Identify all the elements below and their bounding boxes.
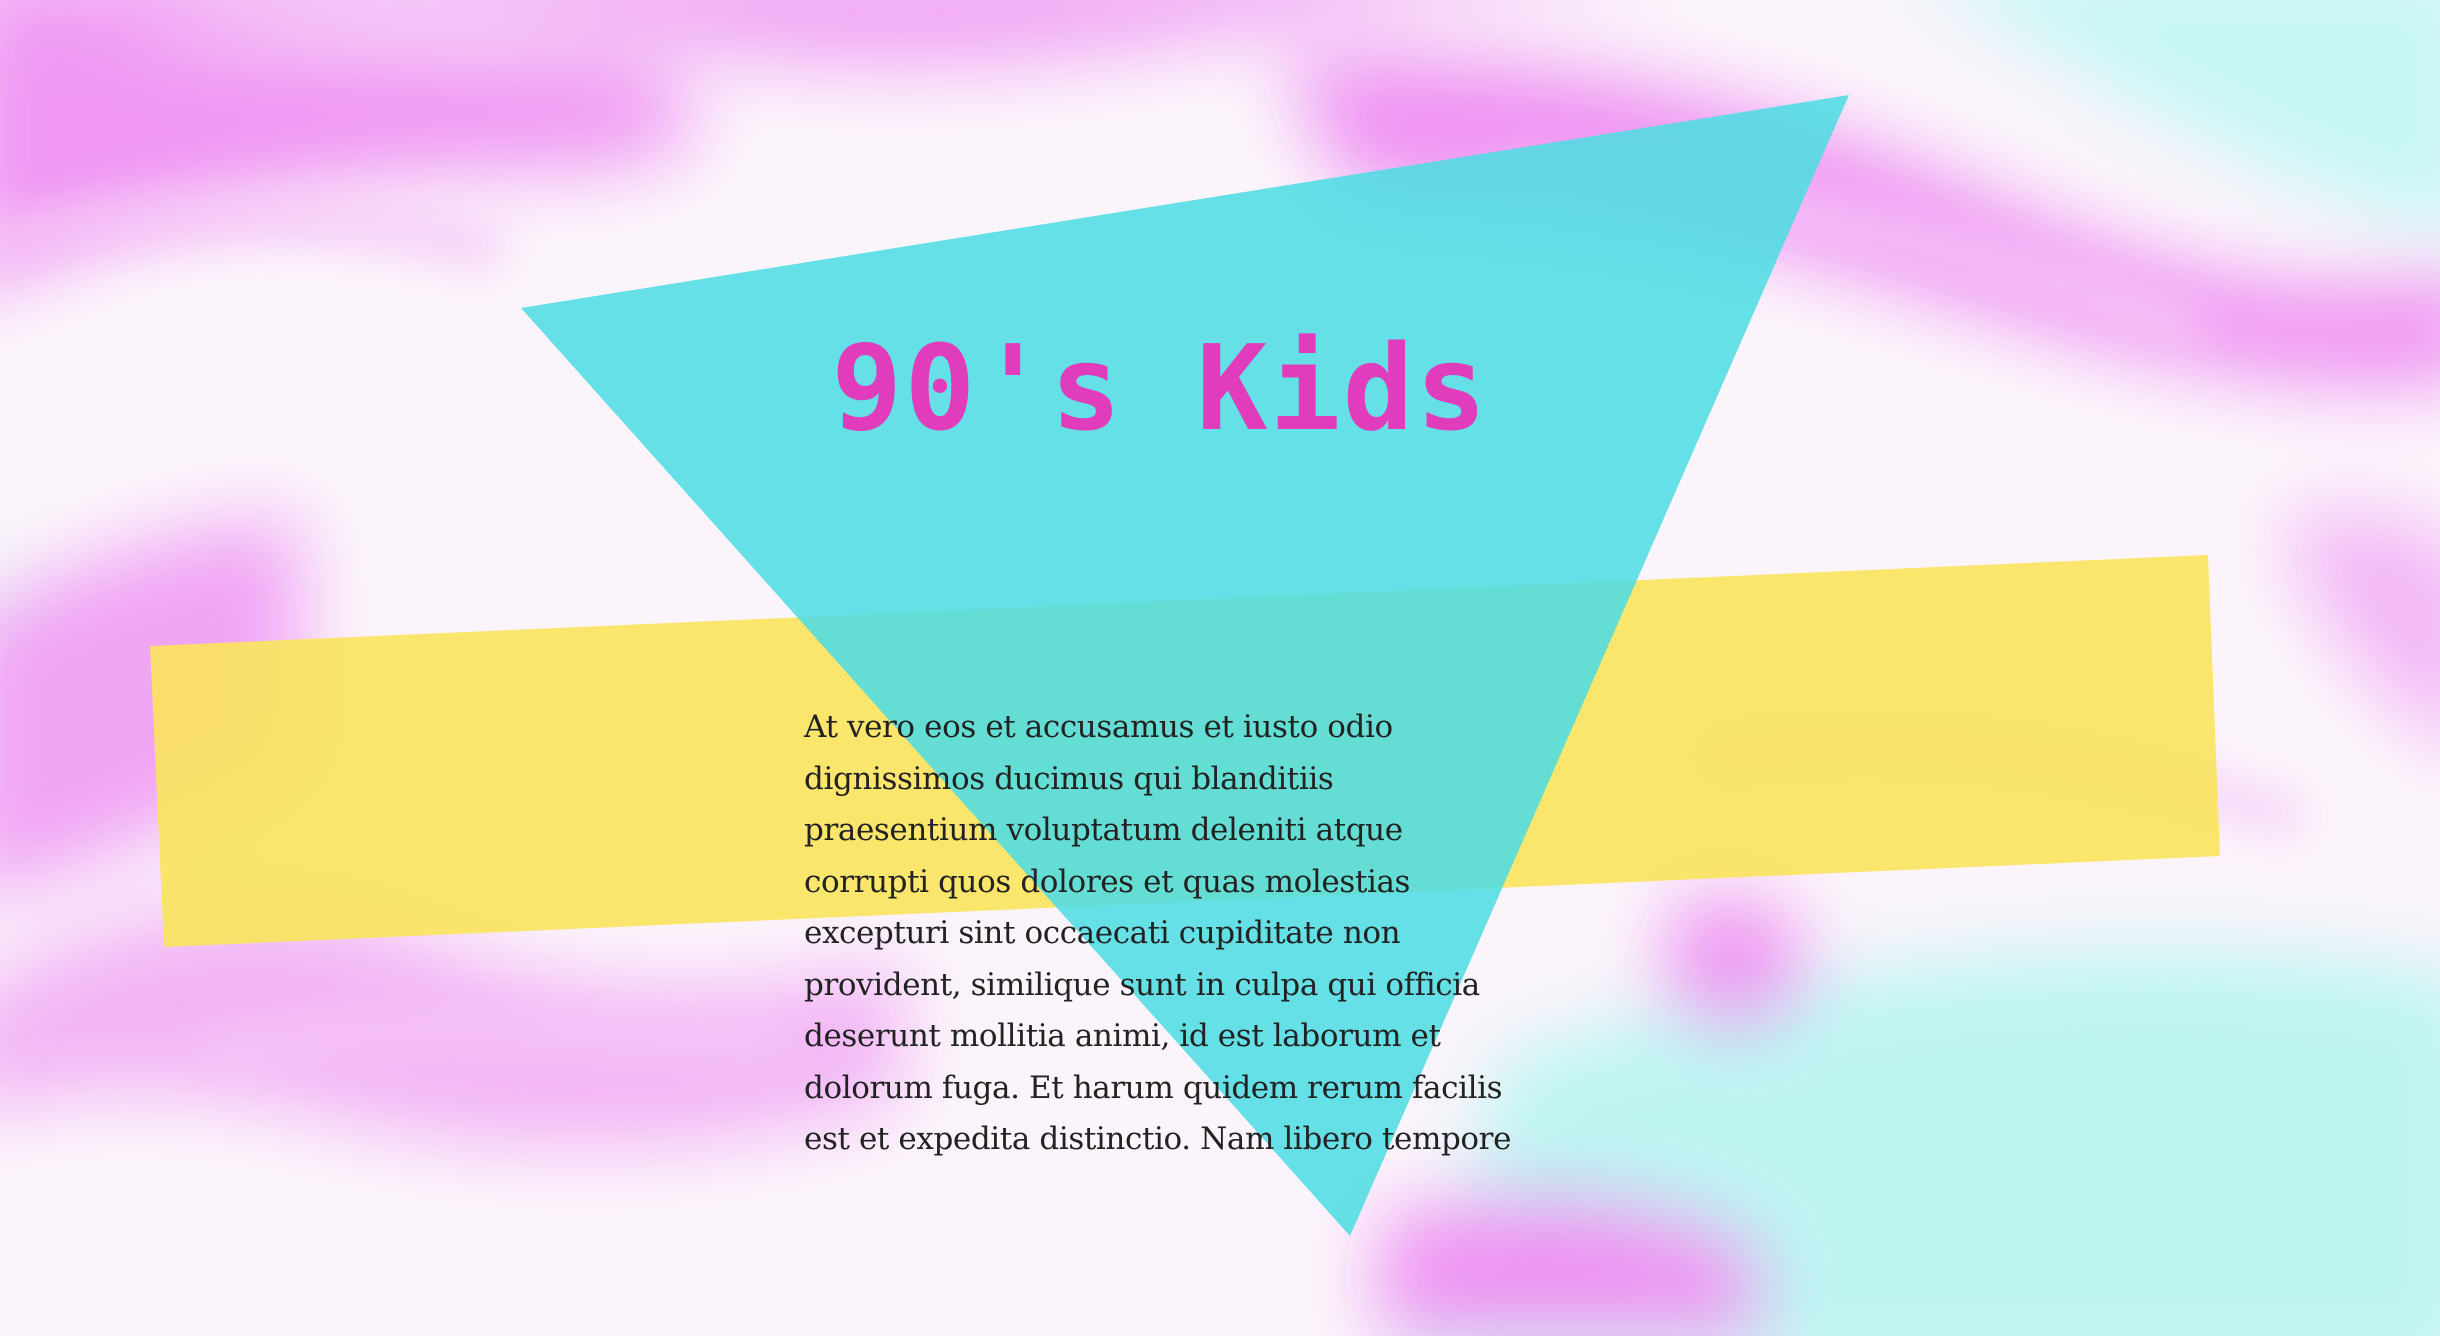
page-title: 90's Kids xyxy=(831,319,1489,457)
intro-paragraph: At vero eos et accusamus et iusto odio d… xyxy=(804,709,1512,1157)
